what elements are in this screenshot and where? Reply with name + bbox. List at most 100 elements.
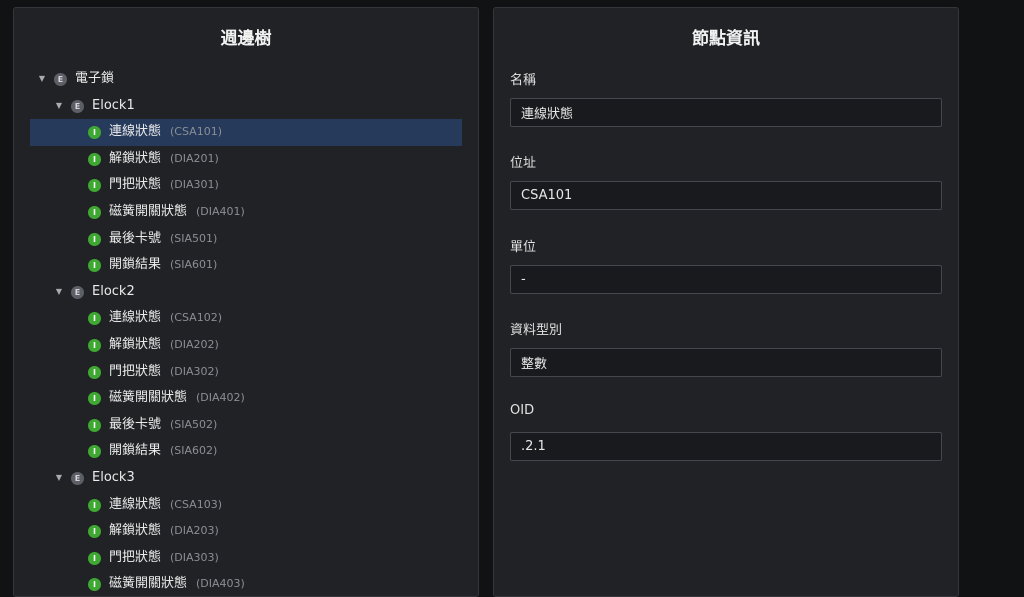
node-address-code: (DIA301)	[170, 178, 219, 192]
tree-node-label: 解鎖狀態 (DIA203)	[109, 518, 219, 545]
node-address-code: (CSA102)	[170, 311, 222, 325]
node-name: 開鎖結果	[109, 443, 162, 459]
tree-item-node[interactable]: I 解鎖狀態 (DIA203)	[30, 518, 462, 545]
tree-node-label: 最後卡號 (SIA502)	[109, 412, 217, 439]
tree-node-label: 磁簧開關狀態 (DIA401)	[109, 199, 245, 226]
tree-group-node[interactable]: ▼ E Elock2	[30, 279, 462, 306]
node-name: 連線狀態	[109, 310, 162, 326]
tree-item-node[interactable]: I 磁簧開關狀態 (DIA402)	[30, 385, 462, 412]
data-type-field[interactable]	[510, 348, 942, 377]
item-badge-icon: I	[88, 551, 101, 565]
item-badge-icon: I	[88, 498, 101, 512]
expand-caret-icon[interactable]: ▼	[54, 93, 64, 120]
node-name: 連線狀態	[109, 124, 162, 140]
item-badge-icon: I	[88, 338, 101, 352]
tree-item-node[interactable]: I 門把狀態 (DIA303)	[30, 545, 462, 572]
tree-node-label: Elock2	[92, 279, 135, 306]
tree-node-label: Elock1	[92, 93, 135, 120]
item-badge-icon: I	[88, 232, 101, 246]
tree-item-node[interactable]: I 連線狀態 (CSA102)	[30, 305, 462, 332]
expand-caret-icon[interactable]: ▼	[54, 279, 64, 306]
node-address-code: (DIA202)	[170, 337, 219, 351]
node-address-code: (DIA401)	[196, 204, 245, 218]
item-badge-icon: I	[88, 152, 101, 166]
tree-node-label: 連線狀態 (CSA101)	[109, 119, 222, 146]
entity-badge-icon: E	[71, 285, 84, 299]
node-name: 門把狀態	[109, 549, 162, 565]
tree-item-node[interactable]: I 開鎖結果 (SIA601)	[30, 252, 462, 279]
item-badge-icon: I	[88, 205, 101, 219]
node-name: 最後卡號	[109, 416, 162, 432]
node-name: 解鎖狀態	[109, 523, 162, 539]
name-label: 名稱	[510, 73, 537, 88]
node-address-code: (CSA103)	[170, 497, 222, 511]
item-badge-icon: I	[88, 259, 101, 273]
tree-node-label: 磁簧開關狀態 (DIA403)	[109, 571, 245, 596]
tree-item-node[interactable]: I 門把狀態 (DIA302)	[30, 359, 462, 386]
node-name: Elock1	[92, 97, 135, 113]
expand-caret-icon[interactable]: ▼	[54, 465, 64, 492]
peripheral-tree: ▼ E 電子鎖 ▼ E Elock1 I 連線狀態 (CSA101) I 解鎖狀態 (DIA201) I…	[30, 66, 462, 596]
tree-group-node[interactable]: ▼ E Elock1	[30, 93, 462, 120]
expand-caret-icon[interactable]: ▼	[37, 66, 47, 93]
tree-item-node[interactable]: I 連線狀態 (CSA103)	[30, 492, 462, 519]
item-badge-icon: I	[88, 445, 101, 459]
tree-item-node[interactable]: I 最後卡號 (SIA502)	[30, 412, 462, 439]
tree-node-label: 電子鎖	[75, 66, 114, 93]
tree-group-node[interactable]: ▼ E Elock3	[30, 465, 462, 492]
tree-node-label: 開鎖結果 (SIA601)	[109, 252, 217, 279]
node-name: 電子鎖	[75, 71, 115, 86]
tree-item-node[interactable]: I 最後卡號 (SIA501)	[30, 226, 462, 253]
item-badge-icon: I	[88, 179, 101, 193]
item-badge-icon: I	[88, 578, 101, 592]
tree-node-label: 開鎖結果 (SIA602)	[109, 438, 217, 465]
tree-node-label: Elock3	[92, 465, 135, 492]
address-field[interactable]	[510, 181, 942, 210]
tree-node-label: 磁簧開關狀態 (DIA402)	[109, 385, 245, 412]
node-name: 解鎖狀態	[109, 150, 162, 166]
node-address-code: (SIA601)	[170, 258, 218, 272]
tree-item-node[interactable]: I 門把狀態 (DIA301)	[30, 172, 462, 199]
tree-node-label: 門把狀態 (DIA301)	[109, 172, 219, 199]
node-address-code: (CSA101)	[170, 125, 222, 139]
node-name: 磁簧開關狀態	[109, 390, 188, 406]
tree-item-node[interactable]: I 解鎖狀態 (DIA201)	[30, 146, 462, 173]
item-badge-icon: I	[88, 525, 101, 539]
node-name: 磁簧開關狀態	[109, 576, 188, 592]
node-name: Elock3	[92, 469, 135, 485]
node-info-panel: 節點資訊 名稱 位址 單位 資料型別 OID	[493, 7, 959, 597]
entity-badge-icon: E	[54, 73, 67, 86]
entity-badge-icon: E	[71, 471, 84, 485]
data-type-label: 資料型別	[510, 323, 563, 338]
entity-badge-icon: E	[71, 99, 84, 113]
name-field[interactable]	[510, 98, 942, 127]
item-badge-icon: I	[88, 312, 101, 326]
tree-panel-title: 週邊樹	[220, 29, 272, 49]
node-address-code: (DIA302)	[170, 364, 219, 378]
oid-label: OID	[510, 403, 535, 418]
node-address-code: (SIA602)	[170, 444, 218, 458]
tree-item-node[interactable]: I 磁簧開關狀態 (DIA401)	[30, 199, 462, 226]
info-panel-title: 節點資訊	[692, 29, 760, 49]
node-name: 磁簧開關狀態	[109, 203, 188, 219]
address-label: 位址	[510, 156, 537, 171]
tree-node-label: 連線狀態 (CSA102)	[109, 305, 222, 332]
item-badge-icon: I	[88, 126, 101, 140]
unit-field[interactable]	[510, 265, 942, 294]
node-name: 解鎖狀態	[109, 336, 162, 352]
unit-label: 單位	[510, 240, 537, 255]
node-address-code: (DIA403)	[196, 577, 245, 591]
tree-item-node[interactable]: I 開鎖結果 (SIA602)	[30, 438, 462, 465]
node-address-code: (SIA501)	[170, 231, 218, 245]
tree-node-label: 解鎖狀態 (DIA202)	[109, 332, 219, 359]
node-address-code: (DIA203)	[170, 524, 219, 538]
tree-item-node[interactable]: I 解鎖狀態 (DIA202)	[30, 332, 462, 359]
item-badge-icon: I	[88, 418, 101, 432]
tree-item-node[interactable]: I 連線狀態 (CSA101)	[30, 119, 462, 146]
tree-group-node[interactable]: ▼ E 電子鎖	[30, 66, 462, 93]
tree-item-node[interactable]: I 磁簧開關狀態 (DIA403)	[30, 571, 462, 596]
oid-field[interactable]	[510, 432, 942, 461]
tree-node-label: 解鎖狀態 (DIA201)	[109, 146, 219, 173]
node-address-code: (DIA303)	[170, 550, 219, 564]
node-address-code: (SIA502)	[170, 417, 218, 431]
